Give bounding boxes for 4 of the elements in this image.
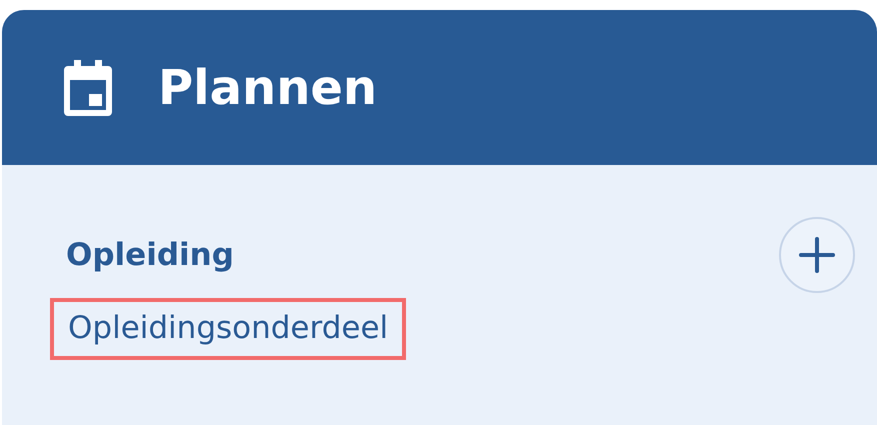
panel-title: Plannen <box>158 60 378 116</box>
section-title: Opleiding <box>65 237 234 273</box>
plus-icon <box>797 235 837 275</box>
list-link[interactable]: Opleidingsonderdeel <box>50 298 406 360</box>
